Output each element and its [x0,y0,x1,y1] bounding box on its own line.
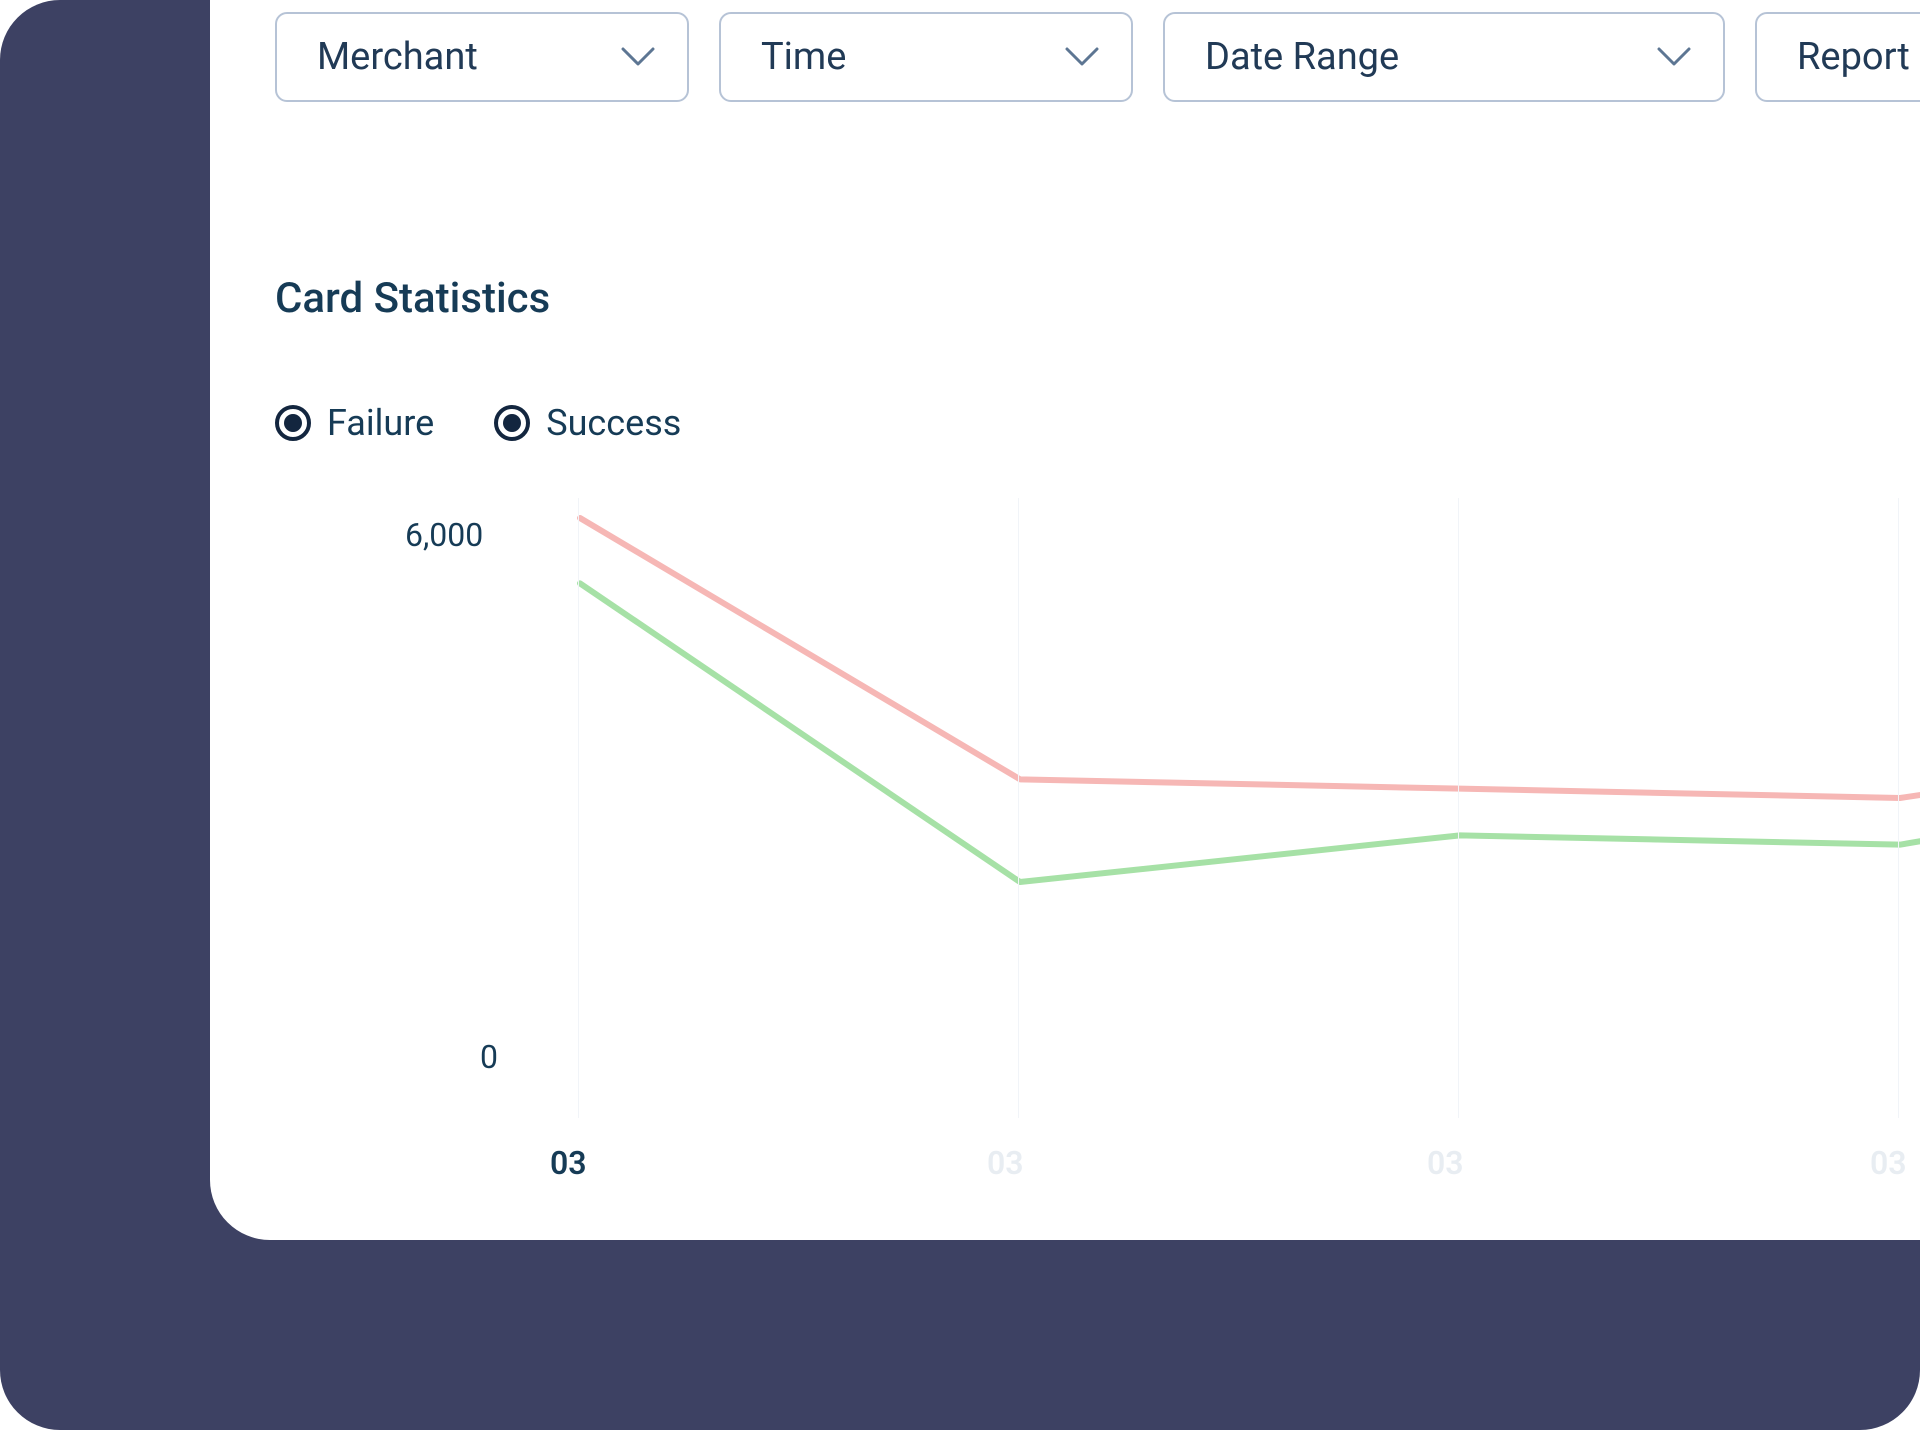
report-dropdown[interactable]: Report [1755,12,1920,102]
merchant-label: Merchant [317,35,478,79]
report-label: Report [1797,35,1910,79]
dashboard-panel: Merchant Time Date Range Report Revenue … [210,0,1920,1240]
chart: 6,000 0 03 03 03 03 [280,518,1920,1218]
chevron-down-icon [1657,47,1691,67]
radio-icon [494,405,530,441]
chart-series-success [580,583,1920,882]
chevron-down-icon [1065,47,1099,67]
chart-plot-area [580,518,1920,1098]
x-axis-tick: 03 [550,1144,587,1182]
chevron-down-icon [621,47,655,67]
legend-success-label: Success [546,402,681,444]
legend-failure-label: Failure [327,402,434,444]
y-axis-tick-min: 0 [480,1038,498,1076]
x-axis-tick: 03 [1870,1144,1907,1182]
chart-gridline [1018,498,1019,1118]
legend-success[interactable]: Success [494,402,681,444]
radio-icon [275,405,311,441]
chart-legend: Failure Success [275,402,681,444]
y-axis-tick-max: 6,000 [405,516,483,554]
chart-series-failure [580,518,1920,798]
chart-gridline [1458,498,1459,1118]
section-title: Card Statistics [275,274,550,323]
chart-svg [580,518,1920,1098]
merchant-dropdown[interactable]: Merchant [275,12,689,102]
x-axis-tick: 03 [1427,1144,1464,1182]
time-label: Time [761,35,846,79]
legend-failure[interactable]: Failure [275,402,434,444]
filter-bar: Merchant Time Date Range Report [275,12,1920,102]
date-range-label: Date Range [1205,35,1399,79]
time-dropdown[interactable]: Time [719,12,1133,102]
chart-gridline [1898,498,1899,1118]
x-axis-tick: 03 [987,1144,1024,1182]
chart-gridline [578,498,579,1118]
date-range-dropdown[interactable]: Date Range [1163,12,1725,102]
